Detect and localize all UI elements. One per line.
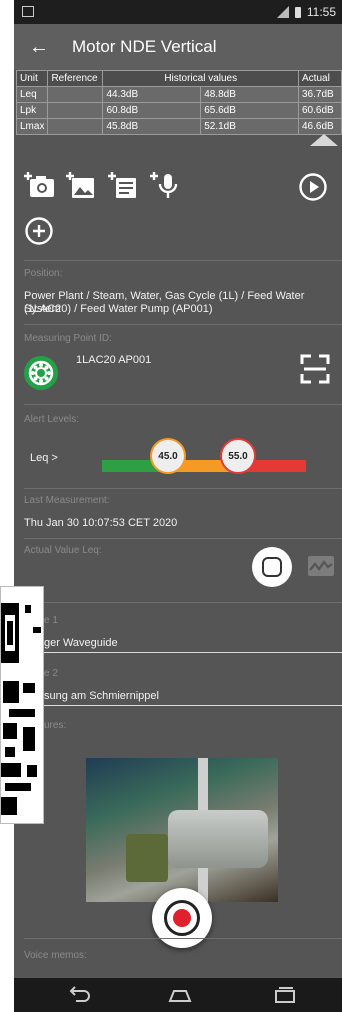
collapse-table-toggle-icon[interactable]: [310, 134, 338, 146]
header-historical: Historical values: [102, 70, 299, 87]
divider: [24, 602, 342, 603]
photo-fan: [126, 834, 168, 882]
nav-recents-icon[interactable]: [272, 985, 298, 1010]
field2-underline: [24, 705, 342, 706]
cell-unit: Lmax: [15, 118, 49, 135]
cell-hist-2: 52.1dB: [200, 118, 299, 135]
stop-measurement-button[interactable]: [252, 547, 292, 587]
status-bar: 11:55: [14, 0, 342, 24]
table-row: Leq 44.3dB 48.8dB 36.7dB: [15, 86, 342, 103]
table-row: Lmax 45.8dB 52.1dB 46.6dB: [15, 118, 342, 135]
position-value-line2: (1LAC20) / Feed Water Pump (AP001): [24, 303, 213, 315]
cell-hist-2: 48.8dB: [200, 86, 299, 103]
field1-underline: [24, 652, 342, 653]
position-label: Position:: [24, 268, 63, 279]
actual-value-label: Actual Value Leq:: [24, 545, 102, 556]
play-icon[interactable]: [298, 172, 328, 202]
divider: [24, 538, 342, 539]
table-header-row: Unit Reference Historical values Actual: [15, 70, 342, 87]
cell-actual: 60.6dB: [298, 102, 342, 119]
voice-memos-label: Voice memos:: [24, 950, 87, 961]
page-title: Motor NDE Vertical: [72, 37, 217, 56]
app-screen: 11:55 ← Motor NDE Vertical Unit Referenc…: [14, 0, 342, 1012]
header-actual: Actual: [298, 70, 342, 87]
add-icon[interactable]: [24, 216, 54, 246]
header-unit: Unit: [15, 70, 49, 87]
warning-level-marker[interactable]: 45.0: [150, 438, 186, 474]
cell-unit: Lpk: [15, 102, 49, 119]
stop-icon: [262, 557, 282, 577]
cell-hist-2: 65.6dB: [200, 102, 299, 119]
field2-label: e 2: [44, 668, 58, 679]
field2-value[interactable]: sung am Schmiernippel: [44, 690, 159, 703]
system-nav-bar: [14, 978, 342, 1012]
add-note-icon[interactable]: [108, 170, 140, 200]
cell-unit: Leq: [15, 86, 49, 103]
measuring-point-value: 1LAC20 AP001: [76, 354, 152, 366]
cell-reference: [47, 102, 104, 119]
divider: [24, 260, 342, 261]
signal-icon: [276, 6, 289, 18]
last-measurement-label: Last Measurement:: [24, 495, 110, 506]
alert-levels-label: Alert Levels:: [24, 414, 80, 425]
record-button[interactable]: [152, 888, 212, 948]
photo-motor: [168, 810, 268, 868]
divider: [24, 324, 342, 325]
add-photo-icon[interactable]: [24, 170, 56, 200]
notification-icon: [22, 6, 34, 17]
cell-actual: 36.7dB: [298, 86, 342, 103]
cell-reference: [47, 86, 104, 103]
machine-photo[interactable]: [86, 758, 278, 902]
divider: [24, 488, 342, 489]
alert-row-label: Leq >: [30, 452, 58, 464]
waveform-icon[interactable]: [308, 556, 334, 576]
header-reference: Reference: [47, 70, 104, 87]
add-image-icon[interactable]: [66, 170, 98, 200]
cell-actual: 46.6dB: [298, 118, 342, 135]
last-measurement-value: Thu Jan 30 10:07:53 CET 2020: [24, 517, 178, 529]
qr-code: [0, 586, 44, 824]
alarm-level-marker[interactable]: 55.0: [220, 438, 256, 474]
cell-hist-1: 45.8dB: [102, 118, 202, 135]
battery-icon: [294, 6, 301, 18]
historical-values-table: Unit Reference Historical values Actual …: [15, 70, 342, 135]
field1-value[interactable]: ger Waveguide: [44, 637, 118, 650]
measuring-point-label: Measuring Point ID:: [24, 333, 112, 344]
scan-icon[interactable]: [298, 352, 332, 386]
nav-home-icon[interactable]: [166, 985, 194, 1010]
cell-hist-1: 60.8dB: [102, 102, 202, 119]
divider: [24, 404, 342, 405]
nav-back-icon[interactable]: [66, 985, 92, 1010]
add-voice-icon[interactable]: [150, 170, 182, 200]
app-bar: ← Motor NDE Vertical: [14, 24, 342, 70]
alert-gauge: [102, 460, 306, 472]
cell-hist-1: 44.3dB: [102, 86, 202, 103]
pictures-label: ures:: [44, 720, 67, 731]
cell-reference: [47, 118, 104, 135]
record-icon: [173, 909, 191, 927]
bearing-icon: [24, 356, 58, 390]
status-time: 11:55: [306, 5, 336, 19]
field1-label: e 1: [44, 615, 58, 626]
back-arrow-icon[interactable]: ←: [26, 34, 52, 60]
divider: [24, 938, 342, 939]
table-row: Lpk 60.8dB 65.6dB 60.6dB: [15, 102, 342, 119]
